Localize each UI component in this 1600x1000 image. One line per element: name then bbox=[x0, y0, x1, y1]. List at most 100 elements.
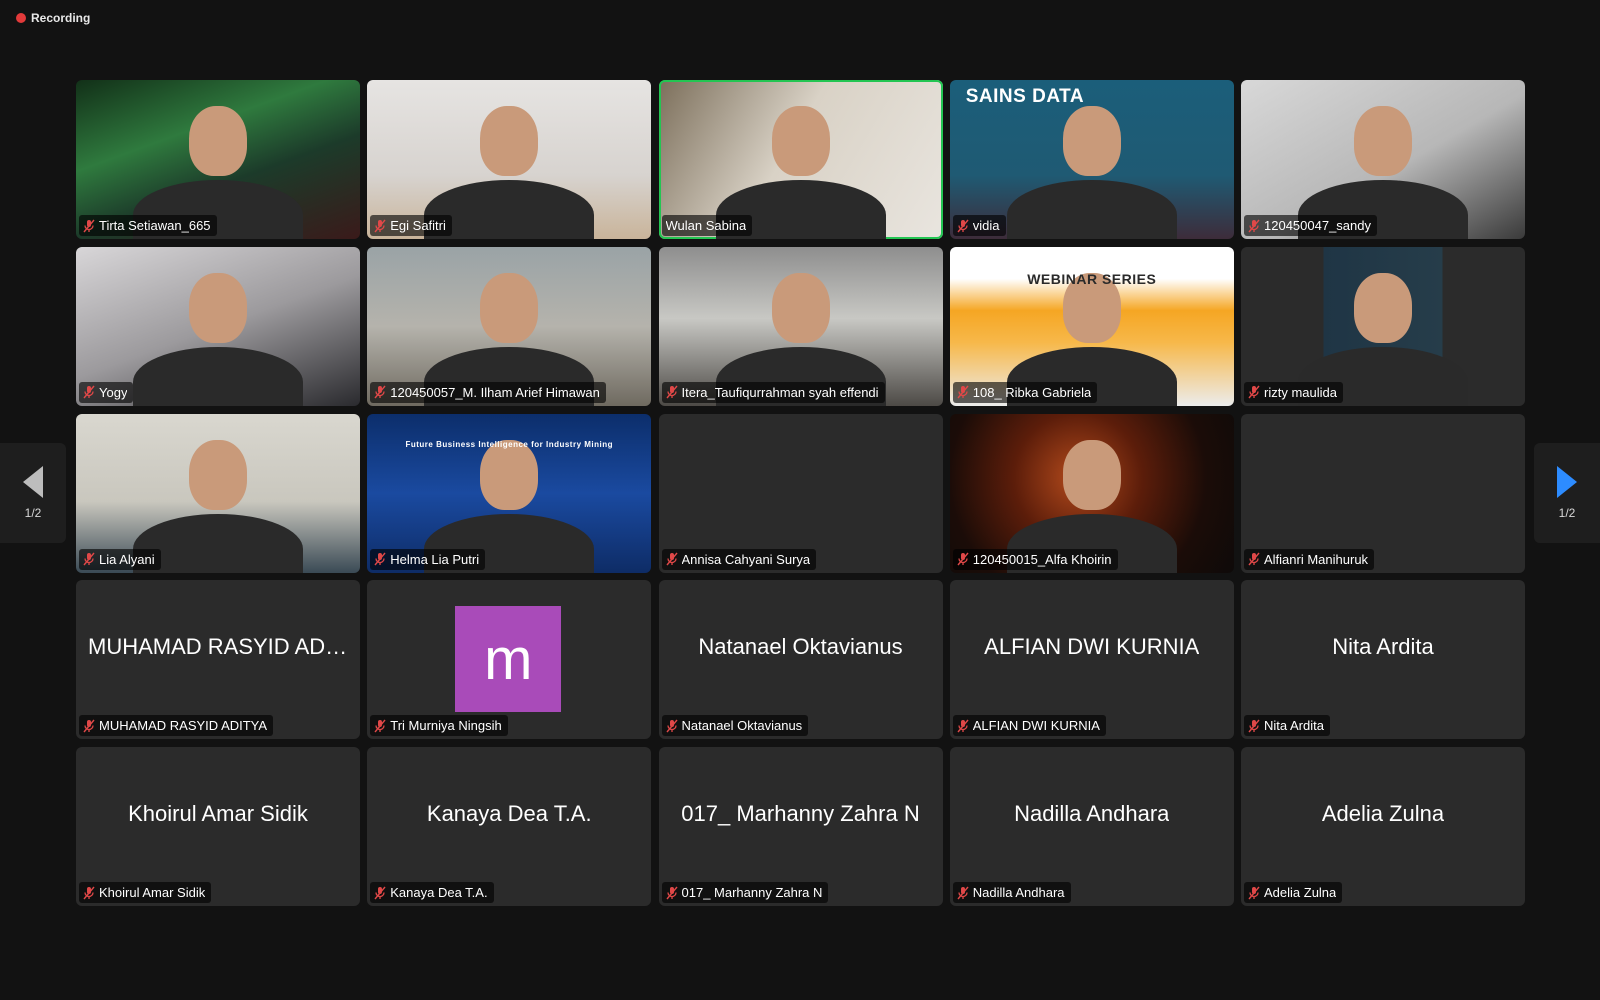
participant-tile[interactable]: ALFIAN DWI KURNIA ALFIAN DWI KURNIA bbox=[949, 580, 1234, 740]
participant-tile[interactable]: Lia Alyani bbox=[76, 413, 360, 573]
chevron-left-icon bbox=[23, 466, 43, 498]
participant-tile[interactable]: 017_ Marhanny Zahra N 017_ Marhanny Zahra… bbox=[658, 747, 943, 906]
participant-tile[interactable]: rizty maulida bbox=[1241, 246, 1525, 406]
participant-display-name-text: MUHAMAD RASYID ADI... bbox=[88, 633, 348, 659]
video-overlay-text: SAINS DATA bbox=[965, 86, 1085, 107]
participant-video bbox=[1354, 106, 1412, 176]
mic-muted-icon bbox=[957, 385, 969, 399]
participant-display-name-text: Kanaya Dea T.A. bbox=[426, 800, 592, 826]
participant-tile[interactable]: m Tri Murniya Ningsih bbox=[367, 580, 652, 740]
page-indicator-left: 1/2 bbox=[24, 506, 42, 520]
participant-name-label: 120450015_Alfa Khoirin bbox=[952, 548, 1118, 570]
recording-indicator: Recording bbox=[16, 11, 90, 25]
participant-name: ALFIAN DWI KURNIA bbox=[972, 718, 1100, 734]
participant-display-name: Adelia Zulna bbox=[1241, 747, 1525, 880]
participant-name: Natanael Oktavianus bbox=[681, 718, 803, 734]
participant-tile[interactable]: Alfianri Manihuruk bbox=[1241, 413, 1525, 573]
mic-muted-icon bbox=[665, 719, 678, 733]
participant-name: 120450047_sandy bbox=[1264, 218, 1371, 233]
participant-tile[interactable]: Annisa Cahyani Surya bbox=[658, 413, 943, 573]
participant-display-name: Kanaya Dea T.A. bbox=[367, 747, 651, 880]
participant-name: Nita Ardita bbox=[1264, 718, 1324, 734]
mic-muted-icon bbox=[1248, 219, 1260, 233]
participant-name-label: Adelia Zulna bbox=[1244, 882, 1343, 903]
participant-tile[interactable]: SAINS DATA vidia bbox=[949, 80, 1234, 239]
participant-name: Khoirul Amar Sidik bbox=[99, 885, 206, 900]
participant-video-body bbox=[133, 346, 303, 406]
participant-display-name: MUHAMAD RASYID ADI... bbox=[76, 580, 360, 713]
participant-video bbox=[1062, 106, 1121, 176]
next-page-button[interactable]: 1/2 bbox=[1534, 443, 1600, 543]
participant-display-name-text: Nadilla Andhara bbox=[1014, 800, 1170, 826]
participant-tile[interactable]: Future Business Intelligence for Industr… bbox=[367, 413, 652, 573]
video-overlay-text: Future Business Intelligence for Industr… bbox=[405, 439, 614, 449]
participant-tile[interactable]: 120450047_sandy bbox=[1241, 80, 1525, 239]
recording-dot-icon bbox=[16, 13, 26, 23]
participant-name-label: 120450047_sandy bbox=[1244, 215, 1377, 236]
video-overlay-text: WEBINAR SERIES bbox=[1027, 270, 1157, 287]
participant-name-label: Wulan Sabina bbox=[661, 215, 753, 236]
mic-muted-icon bbox=[83, 886, 95, 900]
participant-tile[interactable]: WEBINAR SERIES 108_ Ribka Gabriela bbox=[949, 246, 1234, 406]
participant-tile[interactable]: Natanael Oktavianus Natanael Oktavianus bbox=[658, 580, 943, 740]
participant-video-body bbox=[1006, 180, 1177, 239]
mic-muted-icon bbox=[957, 219, 969, 233]
mic-muted-icon bbox=[1248, 719, 1260, 733]
participant-gallery: Tirta Setiawan_665 Egi Safitri Wulan Sabin… bbox=[76, 80, 1525, 906]
participant-name-label: Kanaya Dea T.A. bbox=[370, 882, 494, 903]
participant-tile[interactable]: Yogy bbox=[76, 246, 360, 406]
participant-name: 108_ Ribka Gabriela bbox=[972, 384, 1092, 400]
previous-page-button[interactable]: 1/2 bbox=[0, 443, 66, 543]
participant-name-label: Nita Ardita bbox=[1244, 715, 1330, 737]
mic-muted-icon bbox=[83, 719, 95, 733]
participant-name: Annisa Cahyani Surya bbox=[681, 551, 811, 567]
mic-muted-icon bbox=[665, 552, 678, 566]
participant-tile[interactable]: Itera_Taufiqurrahman syah effendi bbox=[658, 246, 943, 406]
participant-tile[interactable]: Khoirul Amar Sidik Khoirul Amar Sidik bbox=[76, 747, 360, 906]
participant-name: Yogy bbox=[99, 384, 128, 400]
participant-video bbox=[189, 439, 247, 510]
participant-name: 017_ Marhanny Zahra N bbox=[681, 885, 823, 900]
participant-name: MUHAMAD RASYID ADITYA bbox=[99, 718, 268, 734]
participant-name: Lia Alyani bbox=[99, 551, 155, 567]
participant-tile[interactable]: Tirta Setiawan_665 bbox=[76, 80, 360, 239]
participant-name-label: 108_ Ribka Gabriela bbox=[952, 381, 1098, 403]
participant-tile[interactable]: Adelia Zulna Adelia Zulna bbox=[1241, 747, 1525, 906]
participant-name-label: vidia bbox=[952, 215, 1006, 236]
participant-display-name-text: 017_ Marhanny Zahra N bbox=[681, 800, 920, 826]
participant-tile[interactable]: MUHAMAD RASYID ADI... MUHAMAD RASYID ADIT… bbox=[76, 580, 360, 740]
participant-tile[interactable]: Wulan Sabina bbox=[658, 80, 943, 239]
participant-name-label: Itera_Taufiqurrahman syah effendi bbox=[661, 381, 885, 403]
participant-name-label: Khoirul Amar Sidik bbox=[79, 882, 212, 903]
participant-display-name: 017_ Marhanny Zahra N bbox=[659, 747, 943, 880]
participant-video bbox=[480, 439, 539, 510]
mic-muted-icon bbox=[1248, 886, 1260, 900]
participant-display-name: Nita Ardita bbox=[1241, 580, 1525, 713]
participant-name: vidia bbox=[972, 218, 1000, 233]
participant-name-label: 120450057_M. Ilham Arief Himawan bbox=[370, 381, 606, 403]
participant-tile[interactable]: 120450015_Alfa Khoirin bbox=[949, 413, 1234, 573]
participant-tile[interactable]: Kanaya Dea T.A. Kanaya Dea T.A. bbox=[367, 747, 652, 906]
participant-name: Alfianri Manihuruk bbox=[1264, 551, 1369, 567]
mic-muted-icon bbox=[374, 886, 386, 900]
participant-name: Tri Murniya Ningsih bbox=[390, 718, 502, 734]
participant-video bbox=[1354, 272, 1412, 343]
mic-muted-icon bbox=[665, 385, 678, 399]
mic-muted-icon bbox=[374, 219, 386, 233]
mic-muted-icon bbox=[957, 552, 969, 566]
participant-tile[interactable]: 120450057_M. Ilham Arief Himawan bbox=[367, 246, 652, 406]
mic-muted-icon bbox=[83, 219, 95, 233]
chevron-right-icon bbox=[1557, 466, 1577, 498]
participant-name-label: MUHAMAD RASYID ADITYA bbox=[79, 715, 274, 737]
participant-name: Tirta Setiawan_665 bbox=[99, 218, 211, 233]
participant-name: Helma Lia Putri bbox=[390, 551, 480, 567]
participant-display-name: ALFIAN DWI KURNIA bbox=[950, 580, 1234, 713]
participant-tile[interactable]: Egi Safitri bbox=[367, 80, 652, 239]
page-indicator-right: 1/2 bbox=[1558, 506, 1576, 520]
participant-display-name-text: ALFIAN DWI KURNIA bbox=[984, 633, 1200, 659]
participant-display-name: Nadilla Andhara bbox=[950, 747, 1234, 880]
mic-muted-icon bbox=[957, 719, 969, 733]
participant-video bbox=[189, 272, 247, 343]
participant-tile[interactable]: Nadilla Andhara Nadilla Andhara bbox=[949, 747, 1234, 906]
participant-tile[interactable]: Nita Ardita Nita Ardita bbox=[1241, 580, 1525, 740]
